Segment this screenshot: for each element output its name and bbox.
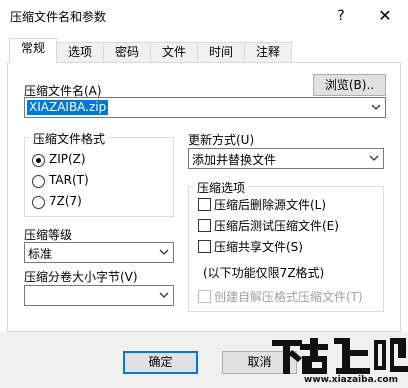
volume-size-combobox[interactable] xyxy=(24,285,174,306)
compression-level-label: 压缩等级 xyxy=(24,228,73,242)
radio-zip-label[interactable]: ZIP(Z) xyxy=(49,152,86,166)
browse-button[interactable]: 浏览(B).. xyxy=(313,74,386,96)
radio-7z-label[interactable]: 7Z(7) xyxy=(49,194,82,208)
update-method-combobox[interactable]: 添加并替换文件 xyxy=(188,148,384,169)
radio-7z[interactable] xyxy=(32,196,45,209)
help-button[interactable]: ? xyxy=(327,4,355,28)
window-title: 压缩文件名和参数 xyxy=(10,10,107,24)
checkbox-self-extracting-label[interactable]: 创建自解压格式压缩文件(T) xyxy=(214,288,363,305)
tab-files[interactable]: 文件 xyxy=(150,42,198,62)
format-group-title: 压缩文件格式 xyxy=(30,130,109,147)
tab-comment[interactable]: 注释 xyxy=(244,42,292,62)
checkbox-shared-files[interactable] xyxy=(198,240,211,253)
watermark-url: www.xiazaiba.com xyxy=(304,375,398,385)
compression-level-combobox[interactable]: 标准 xyxy=(24,242,174,263)
tab-options[interactable]: 选项 xyxy=(56,42,104,62)
checkbox-self-extracting[interactable] xyxy=(198,290,211,303)
radio-tar[interactable] xyxy=(32,175,45,188)
checkbox-test-archive[interactable] xyxy=(198,219,211,232)
checkbox-delete-source-label[interactable]: 压缩后删除源文件(L) xyxy=(214,196,326,213)
tab-password[interactable]: 密码 xyxy=(103,42,151,62)
checkbox-delete-source[interactable] xyxy=(198,198,211,211)
7z-only-note: (以下功能仅限7Z格式) xyxy=(203,266,325,280)
chevron-down-icon[interactable] xyxy=(159,247,169,257)
chevron-down-icon[interactable] xyxy=(371,102,381,112)
checkbox-shared-files-label[interactable]: 压缩共享文件(S) xyxy=(214,238,303,255)
tab-general[interactable]: 常规 xyxy=(9,38,57,63)
update-method-label: 更新方式(U) xyxy=(188,133,255,147)
close-button[interactable]: ✕ xyxy=(371,4,399,28)
tab-time[interactable]: 时间 xyxy=(197,42,245,62)
format-group xyxy=(24,137,174,217)
archive-name-combobox[interactable]: XIAZAIBA.zip xyxy=(24,97,386,118)
radio-zip[interactable] xyxy=(32,154,45,167)
watermark: www.xiazaiba.com xyxy=(270,330,408,388)
title-bar: 压缩文件名和参数 ? ✕ xyxy=(0,0,408,32)
chevron-down-icon[interactable] xyxy=(159,290,169,300)
compression-level-value: 标准 xyxy=(28,247,53,261)
checkbox-test-archive-label[interactable]: 压缩后测试压缩文件(E) xyxy=(214,217,339,234)
update-method-value: 添加并替换文件 xyxy=(192,153,277,167)
compression-options-title: 压缩选项 xyxy=(194,179,249,196)
radio-tar-label[interactable]: TAR(T) xyxy=(49,173,89,187)
archive-name-value[interactable]: XIAZAIBA.zip xyxy=(27,100,109,115)
volume-size-label: 压缩分卷大小字节(V) xyxy=(24,270,138,284)
chevron-down-icon[interactable] xyxy=(369,153,379,163)
ok-button[interactable]: 确定 xyxy=(123,351,198,374)
